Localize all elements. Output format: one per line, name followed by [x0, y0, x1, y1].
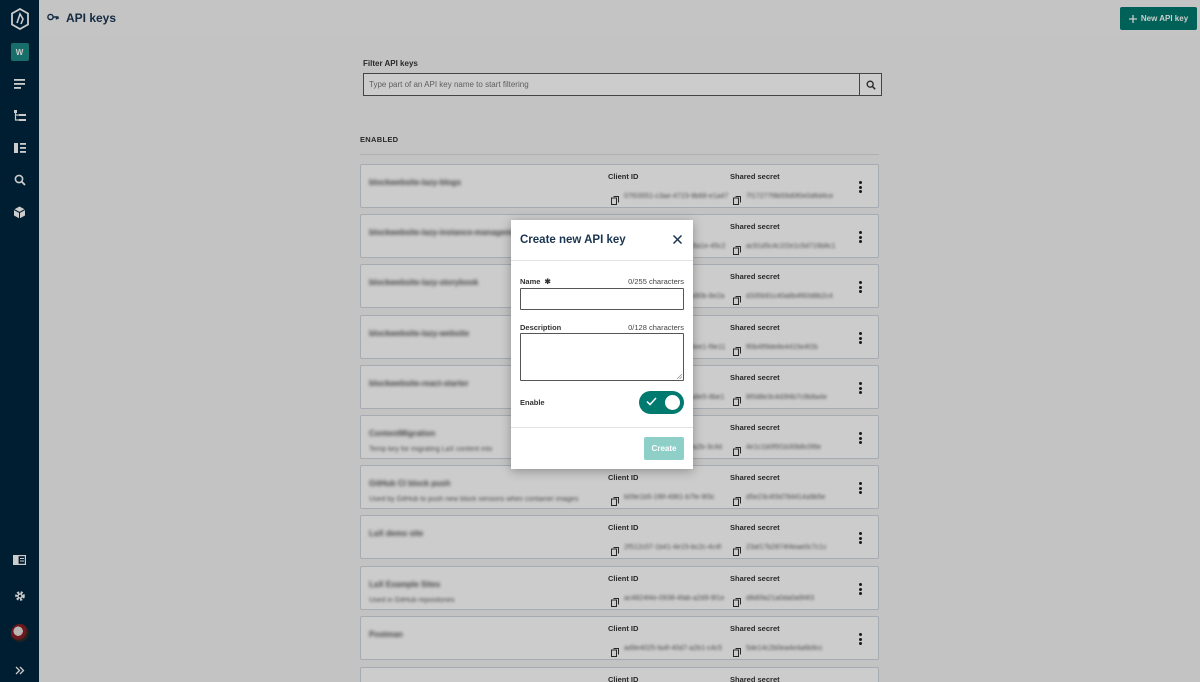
create-api-key-dialog: Create new API key Name ✱ 0/255 characte…	[511, 220, 693, 469]
enable-label: Enable	[520, 398, 545, 407]
resize-handle-icon[interactable]	[677, 374, 682, 379]
dialog-header-divider	[511, 260, 693, 261]
close-icon[interactable]	[672, 234, 683, 245]
enable-toggle[interactable]	[639, 391, 684, 414]
check-icon	[646, 397, 657, 406]
name-label-text: Name	[520, 277, 541, 286]
dialog-footer-divider	[511, 427, 693, 428]
description-char-count: 0/128 characters	[628, 323, 684, 332]
description-label: Description	[520, 323, 562, 332]
toggle-knob	[665, 395, 680, 410]
name-input[interactable]	[520, 288, 684, 310]
create-button[interactable]: Create	[644, 437, 684, 460]
description-textarea[interactable]	[520, 333, 684, 381]
required-mark: ✱	[544, 277, 551, 286]
dialog-title: Create new API key	[520, 234, 626, 246]
name-char-count: 0/255 characters	[628, 277, 684, 286]
name-label: Name ✱	[520, 277, 551, 286]
